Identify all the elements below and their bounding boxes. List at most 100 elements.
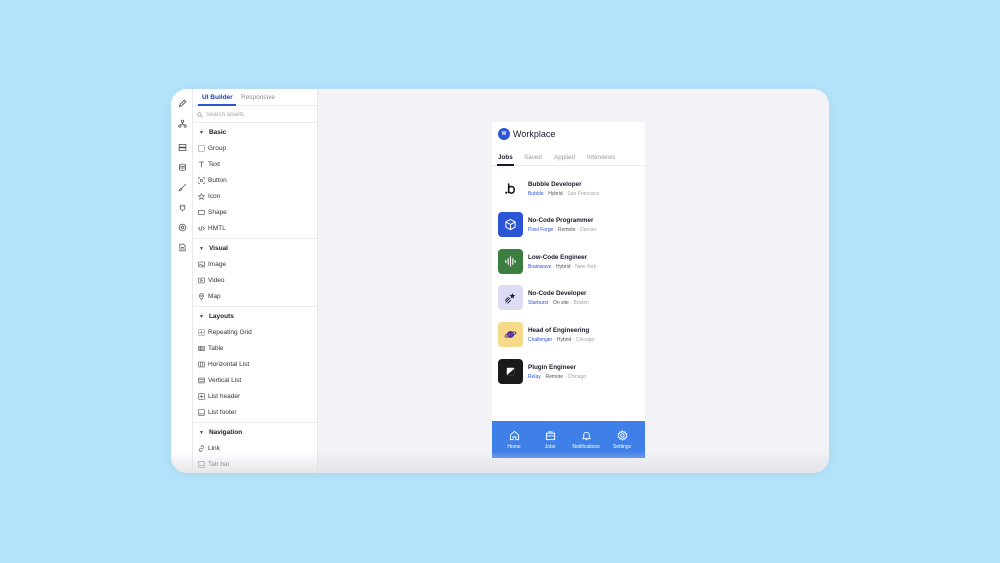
asset-label: List footer	[208, 409, 237, 416]
list-footer-icon	[198, 409, 205, 416]
settings-icon[interactable]	[176, 221, 188, 233]
asset-panel: UI Builder Responsive ▼ Basic Group Text…	[193, 89, 318, 473]
asset-label: Repeating Grid	[208, 329, 252, 336]
job-mode: Remote	[545, 374, 563, 380]
nav-label: Jobs	[544, 443, 556, 450]
nav-jobs[interactable]: Jobs	[531, 421, 569, 458]
relay-icon	[506, 367, 515, 376]
job-card[interactable]: No-Code Developer Starburst · On site · Bost…	[498, 285, 638, 311]
repeating-grid-icon	[198, 329, 205, 336]
job-location: Denver	[580, 227, 597, 233]
asset-label: Link	[208, 445, 220, 452]
job-location: Chicago	[567, 374, 587, 380]
map-pin-icon	[198, 293, 205, 300]
asset-horizontal-list[interactable]: Horizontal List	[198, 361, 249, 368]
job-company[interactable]: Brainwave	[528, 264, 551, 270]
search-bar	[197, 109, 314, 120]
app-tab-interviews[interactable]: Interviews	[587, 154, 615, 161]
caret-down-icon: ▼	[199, 129, 204, 136]
job-title: No-Code Developer	[528, 290, 587, 297]
database-icon[interactable]	[176, 161, 188, 173]
logo-text: W	[501, 131, 507, 137]
job-card[interactable]: Plugin Engineer Relay · Remote · Chicago	[498, 359, 638, 385]
job-card[interactable]: Head of Engineering Challenger · Hybrid · Ch…	[498, 322, 638, 348]
asset-html[interactable]: HMTL	[198, 225, 226, 232]
section-navigation[interactable]: ▼ Navigation	[199, 429, 242, 436]
asset-link[interactable]: Link	[198, 445, 220, 452]
phone-preview: W Workplace Jobs Saved Applied Interview…	[492, 122, 645, 458]
data-icon[interactable]	[176, 141, 188, 153]
job-card[interactable]: Bubble Developer Bubble · Hybrid · San Franc…	[498, 176, 638, 202]
job-card[interactable]: No-Code Programmer Pixel Forge · Remote · De…	[498, 212, 638, 238]
job-meta: Brainwave · Hybrid · New York	[528, 264, 597, 270]
asset-map[interactable]: Map	[198, 293, 221, 300]
app-tab-saved[interactable]: Saved	[524, 154, 542, 161]
caret-down-icon: ▼	[199, 313, 204, 320]
asset-label: HMTL	[208, 225, 226, 232]
asset-group[interactable]: Group	[198, 145, 226, 152]
group-icon	[198, 145, 205, 152]
asset-table[interactable]: Table	[198, 345, 224, 352]
job-company[interactable]: Relay	[528, 374, 541, 380]
nav-label: Notifications	[572, 443, 600, 450]
vertical-list-icon	[198, 377, 205, 384]
briefcase-icon	[545, 430, 555, 440]
job-card[interactable]: Low-Code Engineer Brainwave · Hybrid · New Y…	[498, 249, 638, 275]
section-layouts[interactable]: ▼ Layouts	[199, 313, 234, 320]
asset-list-footer[interactable]: List footer	[198, 409, 237, 416]
company-logo	[498, 249, 523, 274]
section-title: Basic	[208, 129, 227, 136]
nav-settings[interactable]: Settings	[603, 421, 641, 458]
tab-responsive[interactable]: Responsive	[241, 94, 275, 101]
asset-shape[interactable]: Shape	[198, 209, 227, 216]
divider	[193, 422, 317, 423]
job-meta: Challenger · Hybrid · Chicago	[528, 337, 595, 343]
asset-label: Table	[208, 345, 224, 352]
asset-repeating-grid[interactable]: Repeating Grid	[198, 329, 252, 336]
asset-button[interactable]: Button	[198, 177, 227, 184]
company-logo	[498, 359, 523, 384]
link-icon	[198, 445, 205, 452]
section-basic[interactable]: ▼ Basic	[199, 129, 226, 136]
job-meta: Relay · Remote · Chicago	[528, 374, 587, 380]
app-tab-underline	[497, 164, 514, 166]
workflow-icon[interactable]	[176, 117, 188, 129]
nav-home[interactable]: Home	[495, 421, 533, 458]
asset-list-header[interactable]: List header	[198, 393, 240, 400]
asset-icon[interactable]: Icon	[198, 193, 220, 200]
tab-ui-builder[interactable]: UI Builder	[202, 94, 233, 101]
brush-icon[interactable]	[176, 181, 188, 193]
job-company[interactable]: Challenger	[528, 337, 552, 343]
workplace-logo: W	[498, 128, 510, 140]
asset-tab-bar[interactable]: Tab bar	[198, 461, 230, 468]
plugin-icon[interactable]	[176, 201, 188, 213]
asset-image[interactable]: Image	[198, 261, 226, 268]
app-tab-jobs[interactable]: Jobs	[498, 154, 513, 161]
asset-text[interactable]: Text	[198, 161, 220, 168]
job-company[interactable]: Pixel Forge	[528, 227, 553, 233]
logs-icon[interactable]	[176, 241, 188, 253]
job-company[interactable]: Bubble	[528, 191, 544, 197]
job-mode: On site	[552, 300, 569, 306]
search-input[interactable]	[206, 111, 306, 118]
job-meta: Starburst · On site · Boston	[528, 300, 590, 306]
pencil-icon[interactable]	[176, 97, 188, 109]
company-logo	[498, 322, 523, 347]
job-location: Boston	[573, 300, 590, 306]
asset-video[interactable]: Video	[198, 277, 225, 284]
job-location: Chicago	[575, 337, 595, 343]
asset-label: Image	[208, 261, 227, 268]
asset-label: Video	[208, 277, 225, 284]
job-meta: Pixel Forge · Remote · Denver	[528, 227, 597, 233]
job-company[interactable]: Starburst	[528, 300, 548, 306]
asset-label: Map	[208, 293, 221, 300]
job-location: San Francisco	[567, 191, 600, 197]
nav-notifications[interactable]: Notifications	[567, 421, 605, 458]
app-header: W Workplace	[498, 128, 555, 140]
asset-vertical-list[interactable]: Vertical List	[198, 377, 241, 384]
section-visual[interactable]: ▼ Visual	[199, 245, 228, 252]
app-tab-applied[interactable]: Applied	[554, 154, 575, 161]
left-toolbar	[171, 89, 193, 473]
gear-icon	[616, 429, 628, 441]
image-icon	[198, 261, 205, 268]
